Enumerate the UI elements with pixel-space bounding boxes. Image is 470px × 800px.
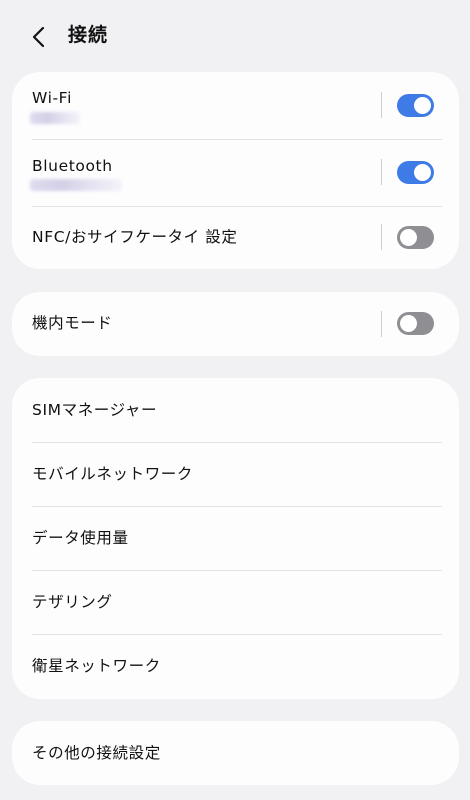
satellite-network-row[interactable]: 衛星ネットワーク bbox=[12, 635, 459, 699]
data-usage-row[interactable]: データ使用量 bbox=[12, 507, 459, 570]
chevron-left-icon bbox=[32, 26, 45, 48]
wifi-row[interactable]: Wi-Fi bbox=[12, 72, 459, 139]
airplane-card: 機内モード bbox=[12, 292, 459, 356]
data-usage-label: データ使用量 bbox=[32, 529, 129, 547]
header: 接続 bbox=[0, 0, 470, 72]
nfc-row[interactable]: NFC/おサイフケータイ 設定 bbox=[12, 207, 459, 269]
tethering-label: テザリング bbox=[32, 593, 113, 611]
bluetooth-device-name-blurred bbox=[30, 179, 122, 191]
back-button[interactable] bbox=[22, 20, 56, 54]
satellite-network-label: 衛星ネットワーク bbox=[32, 657, 161, 675]
toggle-knob bbox=[400, 315, 417, 332]
tethering-row[interactable]: テザリング bbox=[12, 571, 459, 634]
nfc-toggle[interactable] bbox=[397, 226, 434, 249]
nfc-label: NFC/おサイフケータイ 設定 bbox=[32, 228, 238, 246]
airplane-mode-label: 機内モード bbox=[32, 314, 113, 332]
airplane-mode-row[interactable]: 機内モード bbox=[12, 292, 459, 356]
page-title: 接続 bbox=[68, 24, 109, 46]
wifi-toggle[interactable] bbox=[397, 94, 434, 117]
wifi-network-name-blurred bbox=[30, 112, 80, 124]
nfc-vertical-divider bbox=[381, 224, 382, 250]
other-settings-card: その他の接続設定 bbox=[12, 721, 459, 785]
bluetooth-vertical-divider bbox=[381, 159, 382, 185]
airplane-mode-toggle[interactable] bbox=[397, 312, 434, 335]
sim-manager-row[interactable]: SIMマネージャー bbox=[12, 378, 459, 442]
mobile-network-row[interactable]: モバイルネットワーク bbox=[12, 443, 459, 506]
toggle-knob bbox=[400, 229, 417, 246]
sim-manager-label: SIMマネージャー bbox=[32, 401, 158, 419]
mobile-network-label: モバイルネットワーク bbox=[32, 465, 194, 483]
other-connection-settings-label: その他の接続設定 bbox=[32, 744, 161, 762]
toggle-knob bbox=[414, 164, 431, 181]
bluetooth-row[interactable]: Bluetooth bbox=[12, 140, 459, 206]
bluetooth-label: Bluetooth bbox=[32, 157, 113, 175]
wifi-label: Wi-Fi bbox=[32, 89, 72, 107]
wifi-vertical-divider bbox=[381, 92, 382, 118]
toggle-knob bbox=[414, 97, 431, 114]
network-card: SIMマネージャー モバイルネットワーク データ使用量 テザリング 衛星ネットワ… bbox=[12, 378, 459, 699]
connectivity-card: Wi-Fi Bluetooth NFC/おサイフケータイ 設定 bbox=[12, 72, 459, 269]
bluetooth-toggle[interactable] bbox=[397, 161, 434, 184]
airplane-vertical-divider bbox=[381, 311, 382, 337]
other-connection-settings-row[interactable]: その他の接続設定 bbox=[12, 721, 459, 785]
